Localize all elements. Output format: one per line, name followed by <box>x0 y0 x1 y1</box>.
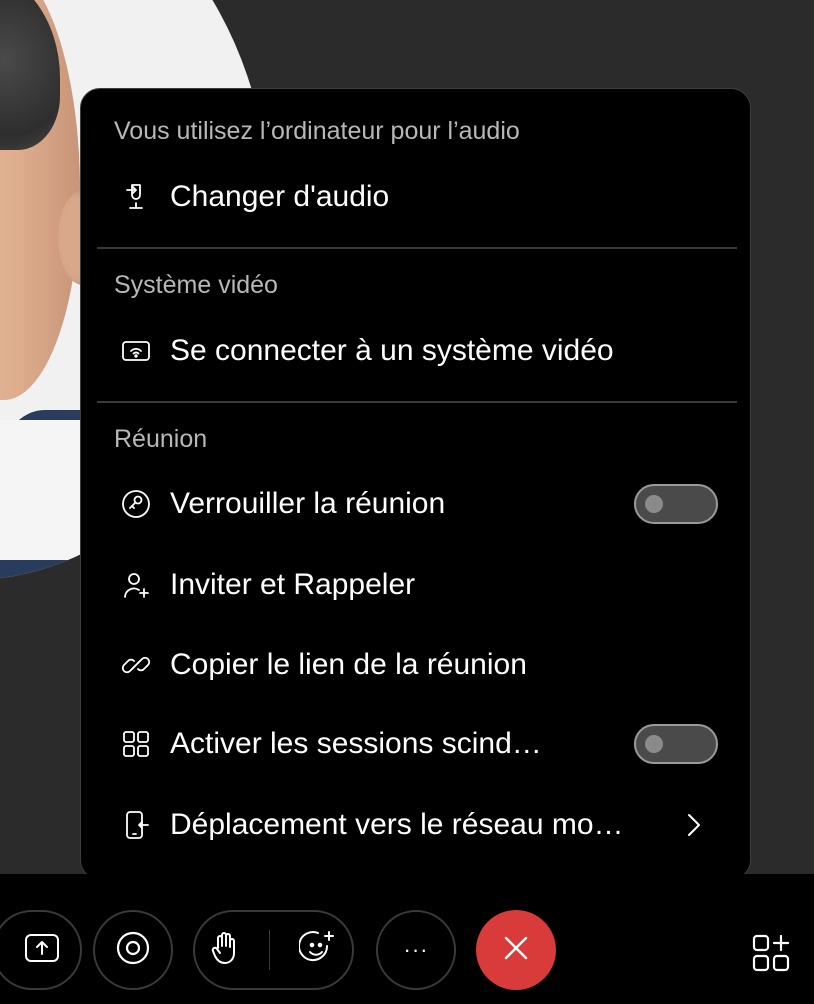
divider <box>97 247 737 249</box>
camera-icon <box>115 930 151 971</box>
invite-remind-label: Inviter et Rappeler <box>170 568 416 601</box>
toolbar-separator <box>268 930 270 970</box>
add-person-icon <box>121 570 151 600</box>
link-icon <box>121 650 151 680</box>
invite-remind-item[interactable]: Inviter et Rappeler <box>121 557 721 613</box>
video-system-icon <box>121 336 151 366</box>
breakout-grid-icon <box>121 729 151 759</box>
connect-video-system-item[interactable]: Se connecter à un système vidéo <box>121 323 721 379</box>
lock-meeting-label: Verrouiller la réunion <box>170 487 446 520</box>
move-to-mobile-icon <box>121 810 151 840</box>
participant-collar <box>0 420 90 560</box>
change-audio-item[interactable]: Changer d'audio <box>121 169 721 225</box>
divider <box>97 401 737 403</box>
apps-button[interactable] <box>750 930 796 976</box>
camera-button[interactable] <box>93 910 173 990</box>
end-call-button[interactable] <box>476 910 556 990</box>
move-to-mobile-item[interactable]: Déplacement vers le réseau mo… <box>121 797 721 853</box>
copy-link-item[interactable]: Copier le lien de la réunion <box>121 637 721 693</box>
breakout-sessions-label: Activer les sessions scind… <box>170 727 542 760</box>
lock-meeting-toggle[interactable] <box>634 484 718 524</box>
toggle-knob <box>645 495 663 513</box>
meeting-toolbar: ··· <box>0 874 814 1004</box>
switch-audio-icon <box>121 182 151 212</box>
lock-meeting-item[interactable]: Verrouiller la réunion <box>121 476 721 532</box>
copy-link-label: Copier le lien de la réunion <box>170 648 527 681</box>
lock-key-icon <box>121 489 151 519</box>
share-icon <box>24 933 60 968</box>
chevron-right-icon <box>683 811 703 844</box>
connect-video-system-label: Se connecter à un système vidéo <box>170 334 614 367</box>
share-button[interactable] <box>0 910 82 990</box>
audio-section-title: Vous utilisez l’ordinateur pour l’audio <box>114 117 520 145</box>
breakout-sessions-toggle[interactable] <box>634 724 718 764</box>
move-to-mobile-label: Déplacement vers le réseau mo… <box>170 808 624 841</box>
reactions-icon[interactable] <box>298 929 337 972</box>
video-system-section-title: Système vidéo <box>114 271 278 299</box>
more-options-menu: Vous utilisez l’ordinateur pour l’audio … <box>80 88 751 880</box>
more-options-button[interactable]: ··· <box>376 910 456 990</box>
meeting-section-title: Réunion <box>114 425 208 453</box>
raise-hand-icon[interactable] <box>210 930 240 971</box>
breakout-sessions-item[interactable]: Activer les sessions scind… <box>121 716 721 772</box>
more-icon: ··· <box>403 937 429 962</box>
end-call-icon <box>501 933 531 968</box>
toggle-knob <box>645 735 663 753</box>
change-audio-label: Changer d'audio <box>170 180 390 213</box>
hand-reactions-group <box>193 910 354 990</box>
apps-icon <box>750 934 796 980</box>
